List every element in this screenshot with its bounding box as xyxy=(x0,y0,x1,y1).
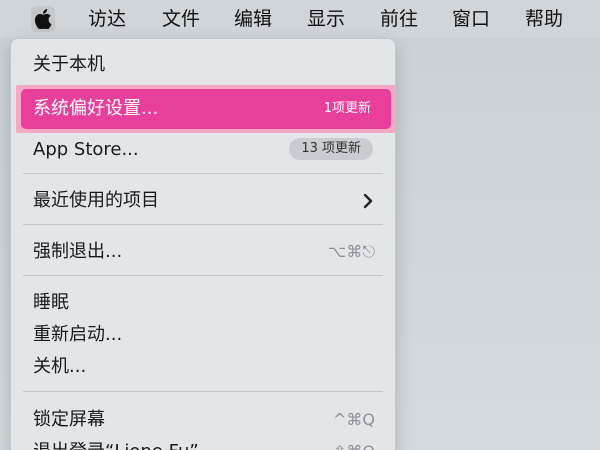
menu-item-app-store[interactable]: App Store... 13 项更新 xyxy=(11,135,395,165)
menu-item-label: 重新启动... xyxy=(33,324,123,345)
menu-item-label: App Store... xyxy=(33,139,139,160)
menu-view[interactable]: 显示 xyxy=(307,6,345,32)
menu-item-label: 锁定屏幕 xyxy=(33,409,105,430)
menu-item-recent-items[interactable]: 最近使用的项目 xyxy=(11,186,395,216)
menu-finder[interactable]: 访达 xyxy=(88,6,126,32)
update-badge: 13 项更新 xyxy=(289,138,373,160)
menu-item-label: 关机... xyxy=(33,356,87,377)
apple-menu-dropdown: 关于本机 系统偏好设置... 1项更新 App Store... 13 项更新 … xyxy=(10,38,396,450)
menu-separator xyxy=(23,173,383,174)
menu-go[interactable]: 前往 xyxy=(380,6,418,32)
menu-help[interactable]: 帮助 xyxy=(525,6,563,32)
menu-item-log-out[interactable]: 退出登录“Lione Fu”... ⇧⌘Q xyxy=(11,437,395,450)
menu-bar: 访达 文件 编辑 显示 前往 窗口 帮助 xyxy=(0,0,600,38)
keyboard-shortcut: ⇧⌘Q xyxy=(333,437,375,450)
menu-edit[interactable]: 编辑 xyxy=(234,6,272,32)
apple-logo-icon xyxy=(34,9,52,29)
menu-item-about-this-mac[interactable]: 关于本机 xyxy=(11,50,395,80)
menu-item-restart[interactable]: 重新启动... xyxy=(11,320,395,350)
menu-item-label: 强制退出... xyxy=(33,241,123,262)
menu-separator xyxy=(23,275,383,276)
menu-item-label: 最近使用的项目 xyxy=(33,190,159,211)
menu-item-label: 退出登录“Lione Fu”... xyxy=(33,437,216,450)
update-badge: 1项更新 xyxy=(323,101,371,116)
menu-item-lock-screen[interactable]: 锁定屏幕 ^⌘Q xyxy=(11,405,395,435)
menu-item-label: 系统偏好设置... xyxy=(33,98,159,119)
chevron-right-icon xyxy=(363,193,373,209)
menu-item-force-quit[interactable]: 强制退出... ⌥⌘⎋ xyxy=(11,237,395,267)
menu-separator xyxy=(23,391,383,392)
menu-file[interactable]: 文件 xyxy=(162,6,200,32)
menu-separator xyxy=(23,224,383,225)
menu-item-label: 睡眠 xyxy=(33,292,69,313)
menu-item-label: 关于本机 xyxy=(33,54,105,75)
menu-item-system-preferences[interactable]: 系统偏好设置... 1项更新 xyxy=(21,89,391,129)
keyboard-shortcut: ^⌘Q xyxy=(333,410,375,429)
menu-window[interactable]: 窗口 xyxy=(452,6,490,32)
menu-item-shut-down[interactable]: 关机... xyxy=(11,352,395,382)
apple-menu-button[interactable] xyxy=(31,6,55,32)
keyboard-shortcut: ⌥⌘⎋ xyxy=(327,242,375,261)
menu-item-sleep[interactable]: 睡眠 xyxy=(11,288,395,318)
